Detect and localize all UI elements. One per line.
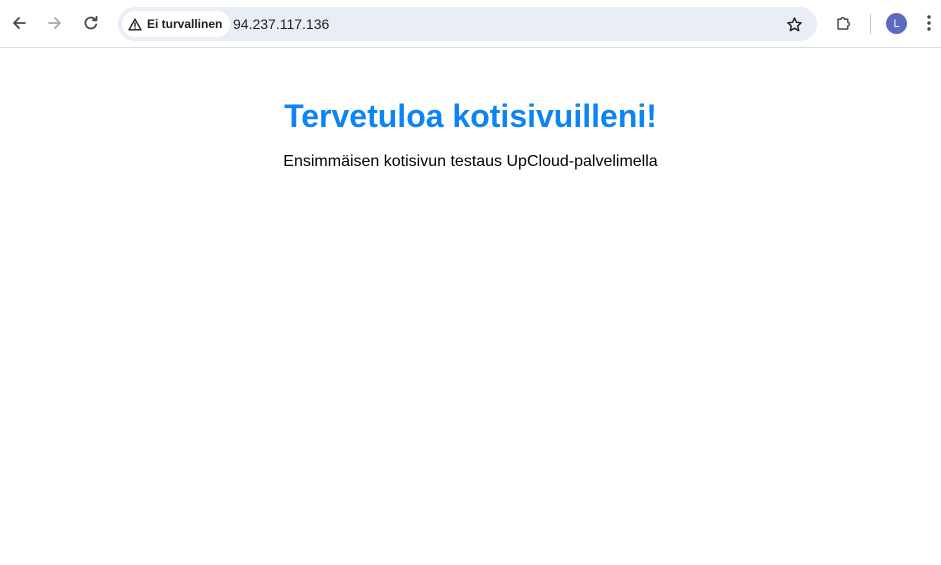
vertical-dots-icon <box>927 15 931 31</box>
page-title: Tervetuloa kotisivuilleni! <box>284 98 657 134</box>
toolbar-divider <box>870 14 871 34</box>
star-outline-icon <box>786 16 802 31</box>
puzzle-piece-icon <box>837 16 851 30</box>
browser-menu-button[interactable] <box>918 8 940 38</box>
security-indicator[interactable]: Ei turvallinen <box>122 11 231 37</box>
reload-button[interactable] <box>76 8 106 38</box>
extensions-button[interactable] <box>829 8 859 38</box>
bookmark-button[interactable] <box>781 11 807 37</box>
page-subtitle: Ensimmäisen kotisivun testaus UpCloud-pa… <box>283 153 658 170</box>
forward-button[interactable] <box>40 8 70 38</box>
page-content: Tervetuloa kotisivuilleni! Ensimmäisen k… <box>0 48 941 565</box>
warning-triangle-icon <box>128 18 142 31</box>
address-bar[interactable]: Ei turvallinen 94.237.117.136 <box>118 7 817 41</box>
url-text[interactable]: 94.237.117.136 <box>233 16 329 32</box>
security-label: Ei turvallinen <box>147 17 223 31</box>
back-button[interactable] <box>4 8 34 38</box>
browser-toolbar: Ei turvallinen 94.237.117.136 L <box>0 0 941 48</box>
profile-avatar[interactable]: L <box>886 13 907 34</box>
arrow-left-icon <box>13 17 26 29</box>
reload-icon <box>84 15 98 30</box>
arrow-right-icon <box>48 17 61 29</box>
